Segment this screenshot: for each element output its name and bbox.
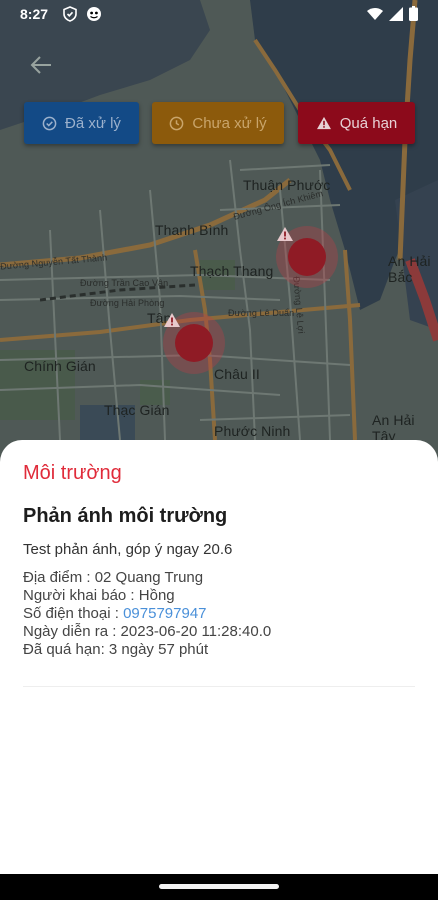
navigation-bar [0, 874, 438, 900]
app-notification-icon [87, 7, 101, 21]
report-detail-sheet[interactable]: Môi trường Phản ánh môi trường Test phản… [0, 440, 438, 874]
map-label-thac-gian: Thạc Gián [104, 402, 170, 418]
shield-icon [63, 6, 77, 22]
map-label-thach-thang: Thạch Thang [190, 263, 274, 279]
clock-icon [169, 116, 184, 131]
map-label-hai-phong: Đường Hải Phòng [90, 298, 165, 308]
report-location: Địa điểm : 02 Quang Trung [23, 569, 204, 586]
report-category: Môi trường [23, 462, 122, 484]
map-label-tran-cao-van: Đường Trần Cao Vân [80, 278, 169, 288]
report-overdue: Đã quá hạn: 3 ngày 57 phút [23, 641, 209, 658]
check-circle-icon [42, 116, 57, 131]
filter-overdue-label: Quá hạn [339, 114, 398, 132]
report-phone-link[interactable]: 0975797947 [123, 605, 206, 622]
report-description: Test phản ánh, góp ý ngay 20.6 [23, 541, 233, 558]
warning-icon [316, 116, 332, 130]
report-reporter: Người khai báo : Hồng [23, 587, 175, 604]
report-title: Phản ánh môi trường [23, 505, 228, 527]
overdue-marker[interactable] [276, 226, 338, 288]
wifi-icon [367, 7, 383, 20]
status-bar: 8:27 [0, 0, 438, 28]
marker-inner [164, 313, 213, 362]
report-date: Ngày diễn ra : 2023-06-20 11:28:40.0 [23, 623, 272, 640]
filter-pending-label: Chưa xử lý [192, 114, 267, 132]
status-time: 8:27 [20, 6, 49, 22]
back-button[interactable] [30, 52, 62, 80]
map-label-thanh-binh: Thanh Bình [155, 222, 229, 238]
filter-overdue-button[interactable]: Quá hạn [298, 102, 415, 144]
map-label-an-hai-bac: An Hải Bắc [388, 253, 431, 285]
marker-inner [277, 227, 326, 276]
overdue-marker[interactable] [163, 312, 225, 374]
warning-icon [277, 227, 293, 241]
signal-icon [389, 6, 403, 21]
map-label-phuoc-ninh: Phước Ninh [214, 423, 291, 439]
filter-processed-label: Đã xử lý [65, 114, 121, 132]
map-label-le-duan: Đường Lê Duẩn [228, 308, 295, 318]
screen: Thuận Phước Thanh Bình Thạch Thang Tân C… [0, 0, 438, 900]
battery-icon [409, 6, 418, 21]
arrow-left-icon [30, 56, 51, 74]
home-indicator[interactable] [159, 884, 279, 889]
divider [23, 686, 415, 687]
status-right-icons [367, 6, 418, 21]
report-phone-label: Số điện thoại : [23, 605, 124, 622]
filter-pending-button[interactable]: Chưa xử lý [152, 102, 284, 144]
filter-processed-button[interactable]: Đã xử lý [24, 102, 139, 144]
map-label-chau-ii: Châu II [214, 366, 260, 382]
map-view[interactable]: Thuận Phước Thanh Bình Thạch Thang Tân C… [0, 0, 438, 470]
map-label-chinh-gian: Chính Gián [24, 358, 96, 374]
warning-icon [164, 313, 180, 327]
status-left-icons [62, 6, 102, 22]
report-phone-row: Số điện thoại : 0975797947 [23, 605, 415, 623]
